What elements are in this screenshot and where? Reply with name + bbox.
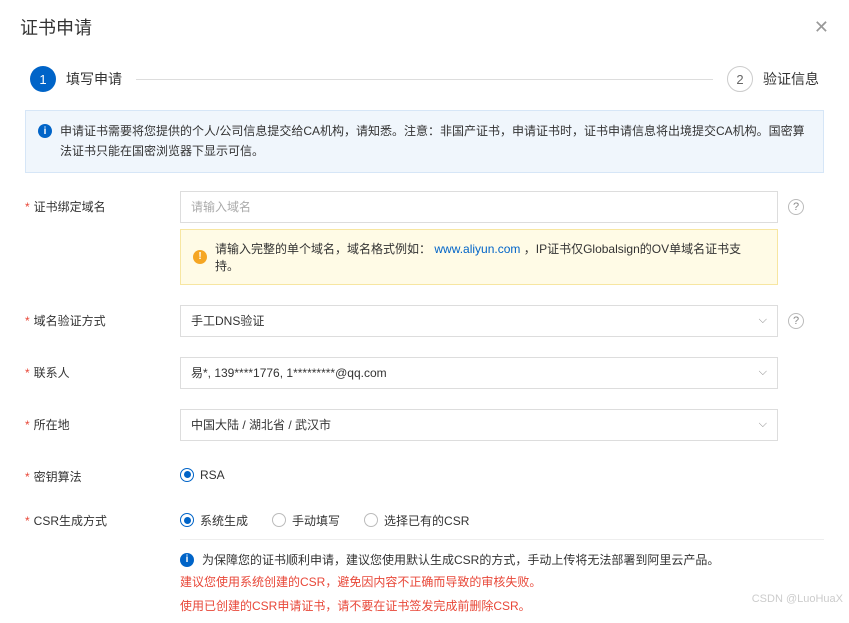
label-contact: 联系人 bbox=[25, 357, 180, 381]
domain-hint: ! 请输入完整的单个域名，域名格式例如： www.aliyun.com ，IP证… bbox=[180, 229, 778, 285]
select-value: 易*, 139****1776, 1*********@qq.com bbox=[191, 364, 387, 381]
hint-link[interactable]: www.aliyun.com bbox=[434, 242, 520, 256]
notice-text: 申请证书需要将您提供的个人/公司信息提交给CA机构，请知悉。注意：非国产证书，申… bbox=[60, 121, 811, 162]
step-1: 1 填写申请 bbox=[30, 66, 122, 92]
contact-select[interactable]: 易*, 139****1776, 1*********@qq.com ⌵ bbox=[180, 357, 778, 389]
chevron-down-icon: ⌵ bbox=[759, 418, 767, 431]
location-select[interactable]: 中国大陆 / 湖北省 / 武汉市 ⌵ bbox=[180, 409, 778, 441]
help-icon[interactable]: ? bbox=[788, 313, 804, 329]
csr-info-text: 为保障您的证书顺利申请，建议您使用默认生成CSR的方式，手动上传将无法部署到阿里… bbox=[202, 550, 719, 570]
radio-csr-manual[interactable]: 手动填写 bbox=[272, 512, 340, 529]
radio-icon bbox=[180, 513, 194, 527]
radio-csr-existing[interactable]: 选择已有的CSR bbox=[364, 512, 469, 529]
step-number: 1 bbox=[30, 66, 56, 92]
radio-label: 手动填写 bbox=[292, 512, 340, 529]
info-icon: i bbox=[180, 553, 194, 567]
step-indicator: 1 填写申请 2 验证信息 bbox=[0, 50, 849, 110]
csr-warning-1: 建议您使用系统创建的CSR，避免因内容不正确而导致的审核失败。 bbox=[180, 572, 824, 594]
label-csr: CSR生成方式 bbox=[25, 505, 180, 529]
select-value: 中国大陆 / 湖北省 / 武汉市 bbox=[191, 416, 331, 433]
radio-label: 系统生成 bbox=[200, 512, 248, 529]
label-location: 所在地 bbox=[25, 409, 180, 433]
step-2: 2 验证信息 bbox=[727, 66, 819, 92]
radio-label: 选择已有的CSR bbox=[384, 512, 469, 529]
radio-icon bbox=[180, 468, 194, 482]
radio-rsa[interactable]: RSA bbox=[180, 468, 225, 482]
info-icon: i bbox=[38, 124, 52, 138]
csr-warning-2: 使用已创建的CSR申请证书，请不要在证书签发完成前删除CSR。 bbox=[180, 596, 824, 618]
select-value: 手工DNS验证 bbox=[191, 312, 264, 329]
label-verify: 域名验证方式 bbox=[25, 305, 180, 329]
page-title: 证书申请 bbox=[20, 14, 92, 40]
radio-icon bbox=[364, 513, 378, 527]
warning-icon: ! bbox=[193, 250, 207, 264]
chevron-down-icon: ⌵ bbox=[759, 366, 767, 379]
radio-icon bbox=[272, 513, 286, 527]
close-icon[interactable]: ✕ bbox=[814, 17, 829, 38]
label-keyalgo: 密钥算法 bbox=[25, 461, 180, 485]
domain-input[interactable] bbox=[180, 191, 778, 223]
notice-banner: i 申请证书需要将您提供的个人/公司信息提交给CA机构，请知悉。注意：非国产证书… bbox=[25, 110, 824, 173]
hint-text: 请输入完整的单个域名，域名格式例如： bbox=[215, 242, 431, 256]
chevron-down-icon: ⌵ bbox=[759, 314, 767, 327]
label-domain: 证书绑定域名 bbox=[25, 191, 180, 215]
step-label: 验证信息 bbox=[763, 69, 819, 89]
step-label: 填写申请 bbox=[66, 69, 122, 89]
verify-select[interactable]: 手工DNS验证 ⌵ bbox=[180, 305, 778, 337]
step-number: 2 bbox=[727, 66, 753, 92]
help-icon[interactable]: ? bbox=[788, 199, 804, 215]
radio-label: RSA bbox=[200, 468, 225, 482]
step-divider bbox=[136, 79, 713, 80]
watermark: CSDN @LuoHuaX bbox=[752, 593, 843, 605]
radio-csr-system[interactable]: 系统生成 bbox=[180, 512, 248, 529]
